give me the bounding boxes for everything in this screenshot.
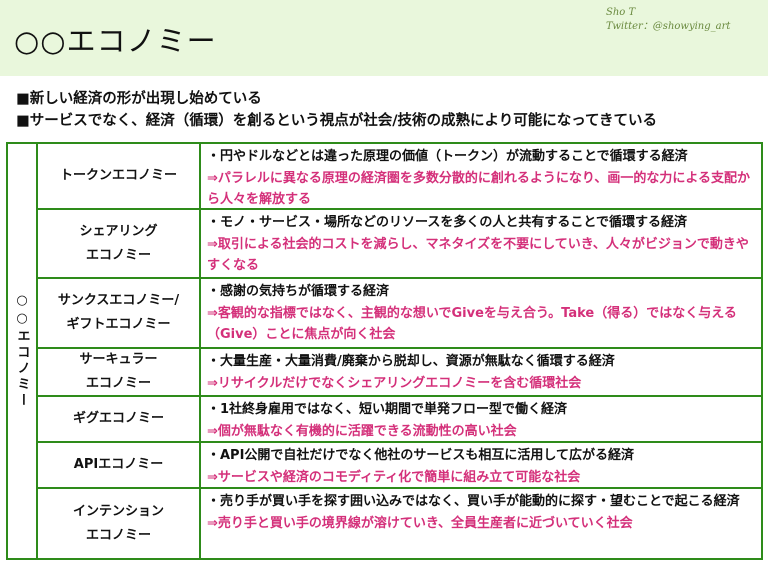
row-description: ・感謝の気持ちが循環する経済 ⇒客観的な指標ではなく、主観的な想いでGiveを与…	[201, 279, 761, 347]
intro-bullets: ■新しい経済の形が出現し始めている ■サービスでなく、経済（循環）を創るという視…	[16, 88, 766, 132]
row-impact: ⇒パラレルに異なる原理の経済圏を多数分散的に創れるようになり、画一的な力による支…	[207, 170, 750, 208]
table-row: トークンエコノミー ・円やドルなどとは違った原理の価値（トークン）が流動すること…	[38, 144, 761, 210]
row-name: サーキュラー エコノミー	[38, 349, 201, 395]
author-credit: Sho T Twitter：@showying_art	[606, 6, 730, 34]
row-description: ・売り手が買い手を探す囲い込みではなく、買い手が能動的に探す・望むことで起こる経…	[201, 489, 761, 558]
row-name: トークンエコノミー	[38, 144, 201, 208]
row-impact: ⇒個が無駄なく有機的に活躍できる流動性の高い社会	[207, 423, 517, 439]
row-description: ・円やドルなどとは違った原理の価値（トークン）が流動することで循環する経済 ⇒パ…	[201, 144, 761, 208]
row-description: ・モノ・サービス・場所などのリソースを多くの人と共有することで循環する経済 ⇒取…	[201, 210, 761, 277]
bullet-2: ■サービスでなく、経済（循環）を創るという視点が社会/技術の成熟により可能になっ…	[16, 113, 658, 129]
table-row: シェアリング エコノミー ・モノ・サービス・場所などのリソースを多くの人と共有す…	[38, 210, 761, 279]
row-definition: ・モノ・サービス・場所などのリソースを多くの人と共有することで循環する経済	[207, 215, 687, 230]
author-name: Sho T	[606, 7, 636, 18]
row-definition: ・大量生産・大量消費/廃棄から脱却し、資源が無駄なく循環する経済	[207, 354, 615, 369]
row-definition: ・感謝の気持ちが循環する経済	[207, 284, 390, 299]
side-label-cell: ○○エコノミー	[8, 144, 38, 558]
table-row: サーキュラー エコノミー ・大量生産・大量消費/廃棄から脱却し、資源が無駄なく循…	[38, 349, 761, 397]
row-definition: ・売り手が買い手を探す囲い込みではなく、買い手が能動的に探す・望むことで起こる経…	[207, 494, 740, 509]
row-name: ギグエコノミー	[38, 397, 201, 441]
row-definition: ・1社終身雇用ではなく、短い期間で単発フロー型で働く経済	[207, 402, 568, 417]
table-rows: トークンエコノミー ・円やドルなどとは違った原理の価値（トークン）が流動すること…	[38, 144, 761, 558]
row-impact: ⇒客観的な指標ではなく、主観的な想いでGiveを与え合う。Take（得る）ではな…	[207, 305, 737, 343]
side-label: ○○エコノミー	[14, 293, 30, 409]
page-title: ○○エコノミー	[14, 24, 217, 58]
row-description: ・1社終身雇用ではなく、短い期間で単発フロー型で働く経済 ⇒個が無駄なく有機的に…	[201, 397, 761, 441]
table-row: APIエコノミー ・API公開で自社だけでなく他社のサービスも相互に活用して広が…	[38, 443, 761, 489]
row-description: ・API公開で自社だけでなく他社のサービスも相互に活用して広がる経済 ⇒サービス…	[201, 443, 761, 487]
row-impact: ⇒取引による社会的コストを減らし、マネタイズを不要にしていき、人々がビジョンで動…	[207, 236, 749, 274]
economy-table: ○○エコノミー トークンエコノミー ・円やドルなどとは違った原理の価値（トークン…	[6, 142, 763, 560]
row-name: インテンション エコノミー	[38, 489, 201, 558]
table-row: サンクスエコノミー/ ギフトエコノミー ・感謝の気持ちが循環する経済 ⇒客観的な…	[38, 279, 761, 349]
header-band: ○○エコノミー Sho T Twitter：@showying_art	[0, 0, 768, 76]
row-impact: ⇒売り手と買い手の境界線が溶けていき、全員生産者に近づいていく社会	[207, 515, 633, 531]
row-impact: ⇒サービスや経済のコモディティ化で簡単に組み立て可能な社会	[207, 469, 581, 485]
row-definition: ・円やドルなどとは違った原理の価値（トークン）が流動することで循環する経済	[207, 149, 688, 164]
row-impact: ⇒リサイクルだけでなくシェアリングエコノミーを含む循環社会	[207, 375, 582, 391]
row-description: ・大量生産・大量消費/廃棄から脱却し、資源が無駄なく循環する経済 ⇒リサイクルだ…	[201, 349, 761, 395]
row-name: APIエコノミー	[38, 443, 201, 487]
row-name: シェアリング エコノミー	[38, 210, 201, 277]
row-name: サンクスエコノミー/ ギフトエコノミー	[38, 279, 201, 347]
twitter-handle: Twitter：@showying_art	[606, 21, 731, 32]
table-row: インテンション エコノミー ・売り手が買い手を探す囲い込みではなく、買い手が能動…	[38, 489, 761, 558]
bullet-1: ■新しい経済の形が出現し始めている	[16, 91, 262, 107]
table-row: ギグエコノミー ・1社終身雇用ではなく、短い期間で単発フロー型で働く経済 ⇒個が…	[38, 397, 761, 443]
row-definition: ・API公開で自社だけでなく他社のサービスも相互に活用して広がる経済	[207, 448, 635, 463]
